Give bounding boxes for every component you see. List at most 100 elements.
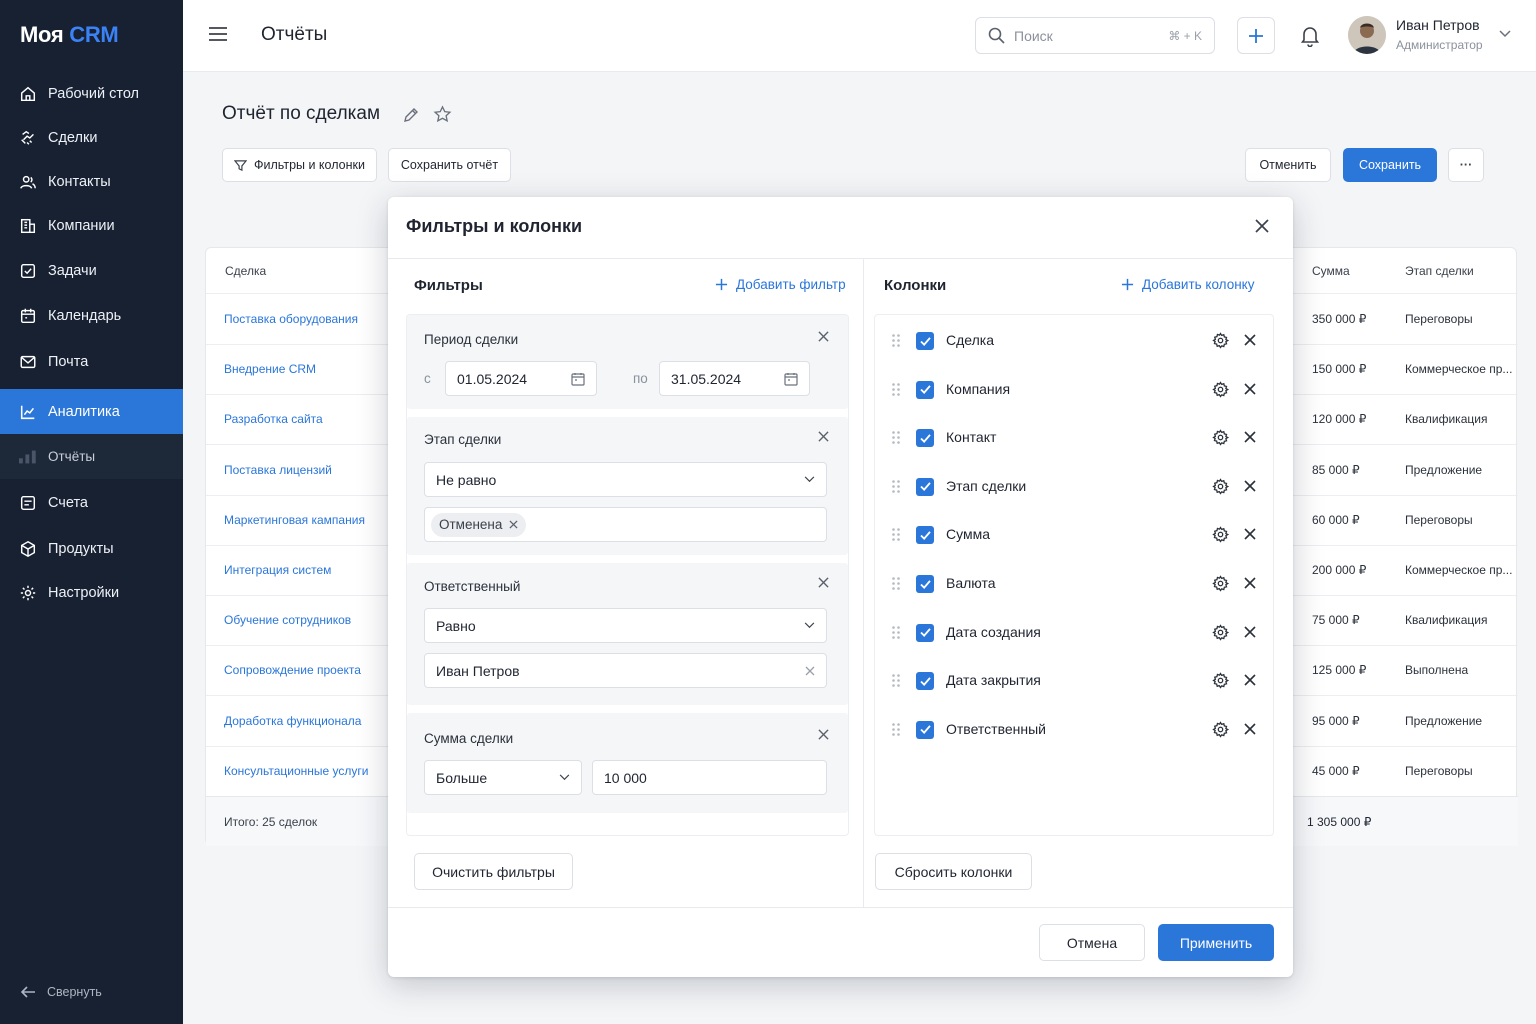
add-filter-button[interactable]: Добавить фильтр: [715, 277, 846, 292]
drag-handle-icon[interactable]: [892, 334, 900, 347]
notifications-button[interactable]: [1300, 25, 1320, 47]
column-checkbox[interactable]: [916, 720, 934, 739]
column-checkbox[interactable]: [916, 526, 934, 545]
sidebar-item-invoices[interactable]: Счета: [0, 481, 183, 525]
reset-columns-button[interactable]: Сбросить колонки: [875, 853, 1032, 890]
sidebar-item-contacts[interactable]: Контакты: [0, 160, 183, 204]
add-column-button[interactable]: Добавить колонку: [1121, 277, 1254, 292]
column-settings-button[interactable]: [1212, 526, 1229, 543]
drag-handle-icon[interactable]: [892, 577, 900, 590]
column-settings-button[interactable]: [1212, 429, 1229, 446]
deal-link[interactable]: Маркетинговая кампания: [224, 495, 365, 545]
drag-handle-icon[interactable]: [892, 479, 900, 493]
sidebar-item-settings[interactable]: Настройки: [0, 571, 183, 615]
column-checkbox[interactable]: [916, 477, 934, 496]
deal-link[interactable]: Сопровождение проекта: [224, 645, 361, 695]
remove-filter-button[interactable]: [818, 729, 829, 740]
sidebar-item-products[interactable]: Продукты: [0, 527, 183, 571]
analytics-icon: [20, 405, 35, 419]
remove-column-button[interactable]: [1244, 383, 1256, 395]
more-options-button[interactable]: ···: [1448, 148, 1484, 182]
user-menu-chevron[interactable]: [1499, 30, 1511, 38]
column-checkbox[interactable]: [916, 380, 934, 399]
column-checkbox[interactable]: [916, 672, 934, 691]
column-settings-button[interactable]: [1212, 672, 1229, 689]
user-name[interactable]: Иван Петров: [1396, 17, 1480, 33]
remove-column-button[interactable]: [1244, 480, 1256, 492]
clear-filters-button[interactable]: Очистить фильтры: [414, 853, 573, 890]
stage-operator-select[interactable]: Не равно: [424, 462, 827, 497]
remove-column-button[interactable]: [1244, 674, 1256, 686]
drag-handle-icon[interactable]: [892, 674, 900, 687]
deal-link[interactable]: Доработка функционала: [224, 696, 361, 746]
save-report-button[interactable]: Сохранить отчёт: [388, 148, 511, 182]
sidebar-item-reports[interactable]: Отчёты: [0, 434, 183, 479]
sidebar-item-tasks[interactable]: Задачи: [0, 249, 183, 293]
remove-column-button[interactable]: [1244, 431, 1256, 443]
remove-column-button[interactable]: [1244, 528, 1256, 540]
date-to-input[interactable]: 31.05.2024: [659, 361, 810, 396]
column-header-stage[interactable]: Этап сделки: [1405, 248, 1474, 294]
column-header-deal[interactable]: Сделка: [225, 248, 266, 294]
deal-link[interactable]: Поставка оборудования: [224, 294, 358, 344]
amount-value-input[interactable]: 10 000: [592, 760, 827, 795]
column-settings-button[interactable]: [1212, 332, 1229, 349]
remove-column-button[interactable]: [1244, 626, 1256, 638]
sidebar-item-dashboard[interactable]: Рабочий стол: [0, 72, 183, 116]
column-header-sum[interactable]: Сумма: [1312, 248, 1350, 294]
remove-filter-button[interactable]: [818, 577, 829, 588]
sidebar-item-deals[interactable]: Сделки: [0, 116, 183, 160]
avatar[interactable]: [1348, 16, 1386, 54]
drag-handle-icon[interactable]: [892, 382, 900, 396]
column-settings-button[interactable]: [1212, 478, 1229, 495]
sidebar-item-companies[interactable]: Компании: [0, 204, 183, 248]
close-icon[interactable]: [509, 520, 518, 529]
save-button[interactable]: Сохранить: [1343, 148, 1437, 182]
sidebar-item-analytics[interactable]: Аналитика: [0, 389, 183, 434]
column-settings-button[interactable]: [1212, 575, 1229, 592]
deal-link[interactable]: Поставка лицензий: [224, 445, 332, 495]
column-checkbox[interactable]: [916, 332, 934, 350]
deal-link[interactable]: Интеграция систем: [224, 545, 331, 595]
filters-columns-button[interactable]: Фильтры и колонки: [222, 148, 377, 182]
modal-cancel-button[interactable]: Отмена: [1039, 924, 1145, 961]
search-input[interactable]: Поиск ⌘ + K: [975, 17, 1215, 54]
column-settings-button[interactable]: [1212, 380, 1229, 398]
drag-handle-icon[interactable]: [892, 625, 900, 639]
drag-handle-icon[interactable]: [892, 528, 900, 542]
collapse-sidebar-button[interactable]: Свернуть: [19, 984, 102, 1000]
drag-handle-icon[interactable]: [892, 722, 900, 736]
menu-button[interactable]: [208, 26, 228, 42]
cancel-button[interactable]: Отменить: [1245, 148, 1331, 182]
modal-close-button[interactable]: [1254, 218, 1270, 234]
app-logo[interactable]: Моя CRM: [20, 22, 119, 48]
remove-column-button[interactable]: [1244, 334, 1256, 346]
deal-link[interactable]: Обучение сотрудников: [224, 595, 351, 645]
remove-column-button[interactable]: [1244, 577, 1256, 589]
deal-sum: 350 000 ₽: [1312, 312, 1367, 326]
deal-link[interactable]: Разработка сайта: [224, 394, 323, 444]
sidebar-item-mail[interactable]: Почта: [0, 340, 183, 384]
deal-link[interactable]: Консультационные услуги: [224, 746, 368, 796]
column-checkbox[interactable]: [916, 623, 934, 642]
edit-title-button[interactable]: [403, 107, 419, 123]
amount-operator-select[interactable]: Больше: [424, 760, 582, 795]
create-button[interactable]: [1237, 17, 1275, 54]
deal-link[interactable]: Внедрение CRM: [224, 344, 316, 394]
date-from-input[interactable]: 01.05.2024: [445, 361, 597, 396]
remove-column-button[interactable]: [1244, 723, 1256, 735]
remove-filter-button[interactable]: [818, 331, 829, 342]
remove-filter-button[interactable]: [818, 431, 829, 442]
owner-operator-select[interactable]: Равно: [424, 608, 827, 643]
clear-icon[interactable]: [805, 666, 815, 676]
column-settings-button[interactable]: [1212, 623, 1229, 641]
sidebar-item-calendar[interactable]: Календарь: [0, 294, 183, 338]
favorite-button[interactable]: [433, 105, 452, 124]
stage-values-input[interactable]: Отменена: [424, 507, 827, 542]
apply-button[interactable]: Применить: [1158, 924, 1274, 961]
owner-value-input[interactable]: Иван Петров: [424, 653, 827, 688]
column-checkbox[interactable]: [916, 575, 934, 593]
column-settings-button[interactable]: [1212, 721, 1229, 738]
column-checkbox[interactable]: [916, 429, 934, 448]
drag-handle-icon[interactable]: [892, 431, 900, 444]
